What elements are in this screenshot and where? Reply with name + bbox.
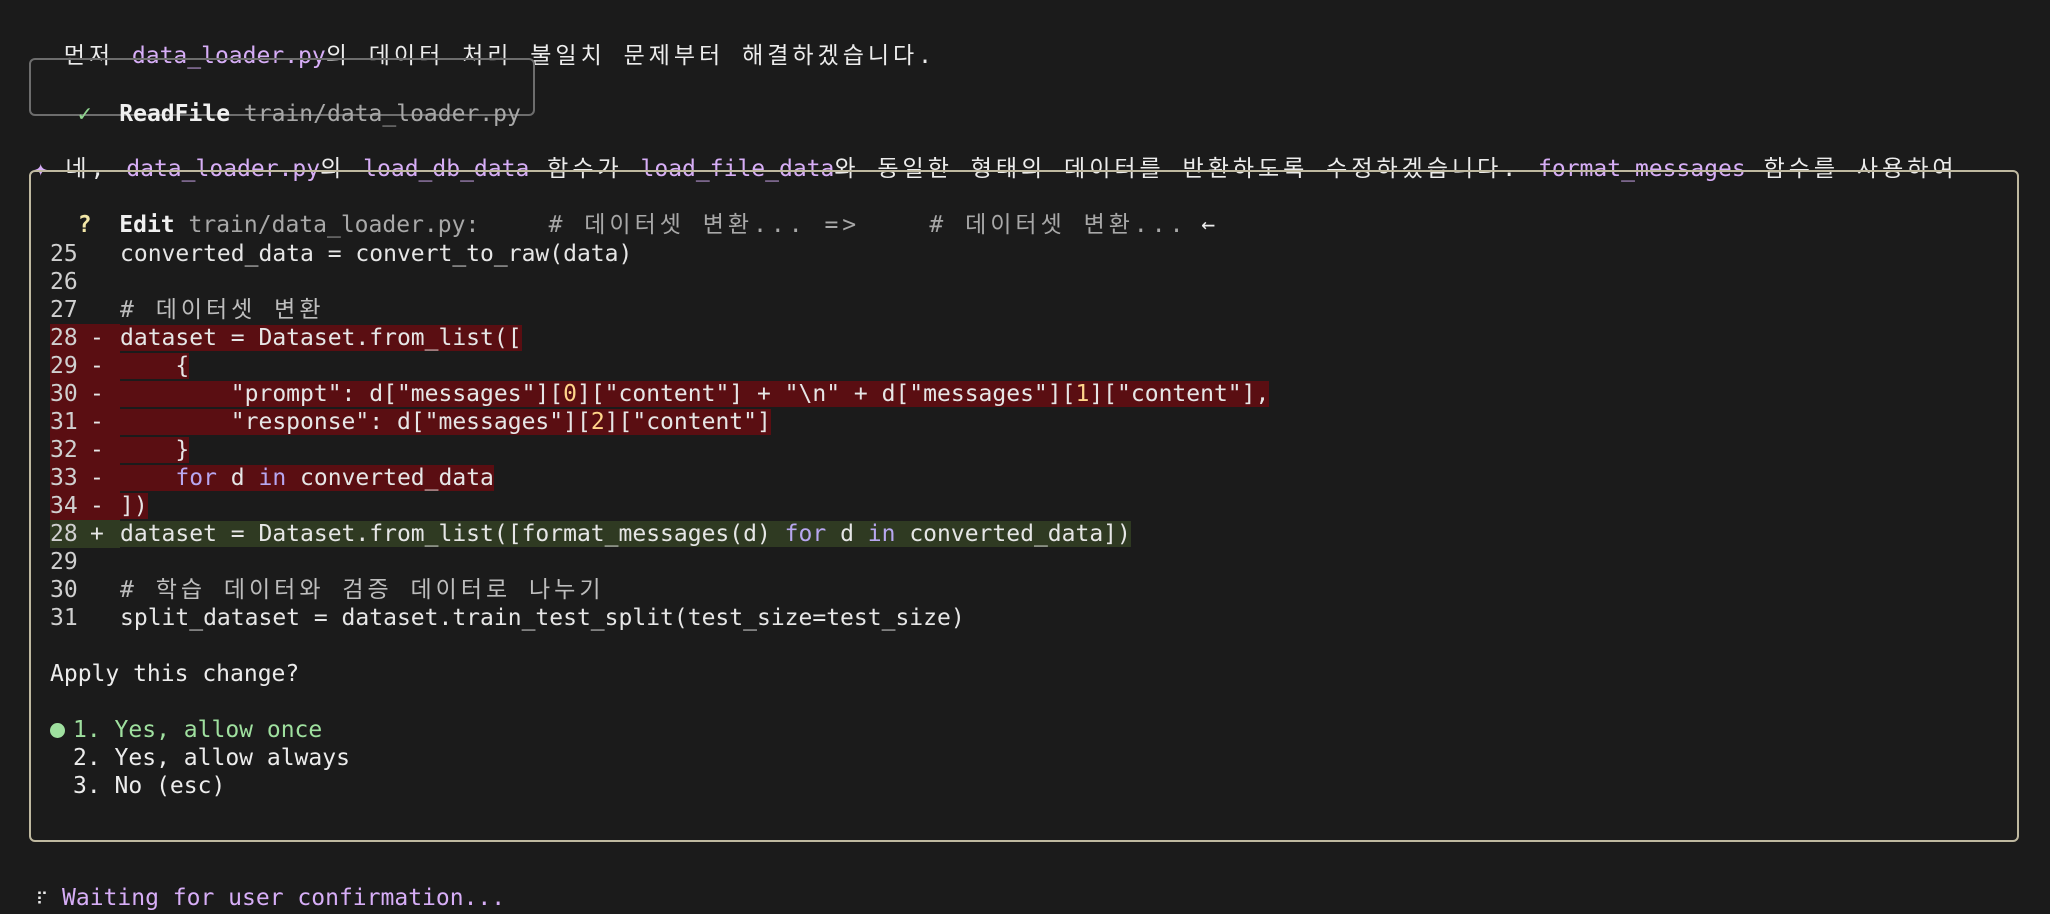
diff-line-removed: 30- "prompt": d["messages"][0]["content"…: [50, 380, 1270, 408]
diff-line-removed: 32- }: [50, 436, 190, 464]
diff-line: 29: [50, 549, 78, 575]
file-path: train/data_loader.py:: [188, 212, 480, 238]
selected-radio-icon: [50, 723, 65, 738]
diff-line-added: 28 + dataset = Dataset.from_list([format_m…: [50, 520, 1131, 548]
return-arrow-icon: ←: [1201, 212, 1216, 238]
diff-line-removed: 31- "response": d["messages"][2]["conten…: [50, 408, 771, 436]
diff-line-removed: 29- {: [50, 352, 190, 380]
question-icon: ?: [77, 212, 92, 238]
diff-line: 26: [50, 269, 78, 295]
diff-line: 31 split_dataset = dataset.train_test_sp…: [50, 605, 965, 631]
diff-line: 25 converted_data = convert_to_raw(data): [50, 241, 633, 267]
edit-confirmation-box: [29, 170, 2019, 842]
edit-tool-header: ? Edit train/data_loader.py: # 데이터셋 변환..…: [50, 183, 1215, 239]
tool-name: ReadFile: [119, 101, 231, 127]
apply-change-prompt: Apply this change?: [50, 661, 300, 687]
diff-line: 27 # 데이터셋 변환: [50, 297, 325, 323]
diff-line: 30 # 학습 데이터와 검증 데이터로 나누기: [50, 577, 605, 603]
readfile-tool-call: ✓ ReadFile train/data_loader.py: [50, 72, 521, 128]
option-no[interactable]: 3. No (esc): [73, 772, 225, 800]
file-path: train/data_loader.py: [243, 101, 521, 127]
option-allow-once[interactable]: 1. Yes, allow once: [50, 716, 322, 744]
diff-line-removed: 28- dataset = Dataset.from_list([: [50, 324, 522, 352]
edit-new-text: # 데이터셋 변환...: [929, 212, 1188, 238]
status-text: Waiting for user confirmation...: [62, 885, 506, 911]
check-icon: ✓: [77, 101, 92, 127]
edit-old-text: # 데이터셋 변환... =>: [548, 212, 861, 238]
tool-name: Edit: [119, 212, 175, 238]
diff-line-removed: 33- for d in converted_data: [50, 464, 494, 492]
option-allow-always[interactable]: 2. Yes, allow always: [73, 744, 350, 772]
diff-line-removed: 34-]): [50, 492, 148, 520]
status-line: ⠏ Waiting for user confirmation...: [8, 856, 505, 914]
spinner-icon: ⠏: [35, 890, 49, 910]
